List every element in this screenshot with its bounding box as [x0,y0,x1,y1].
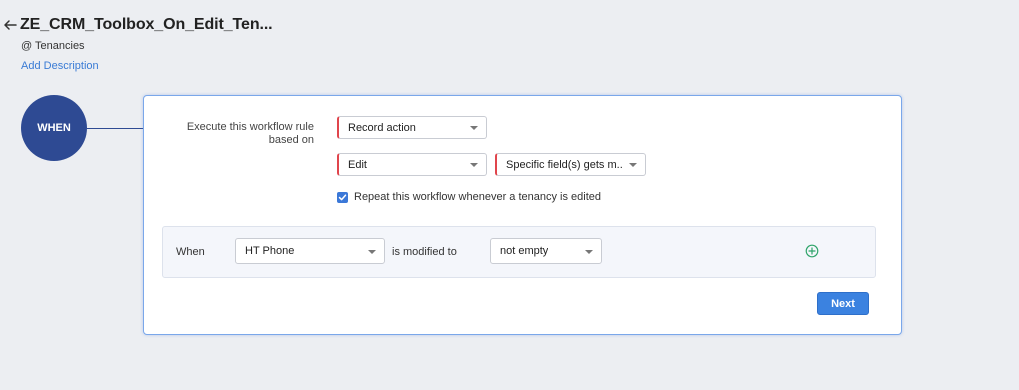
condition-when-label: When [176,246,205,258]
trigger-select-value: Record action [348,121,416,134]
add-circle-icon[interactable] [805,244,819,258]
trigger-select[interactable]: Record action [337,116,487,139]
repeat-workflow-label: Repeat this workflow whenever a tenancy … [354,191,602,203]
check-icon [338,193,347,200]
chevron-down-icon [470,163,478,167]
when-node-label: WHEN [37,122,71,134]
chevron-down-icon [470,126,478,130]
repeat-workflow-row: Repeat this workflow whenever a tenancy … [337,191,601,203]
page-title: ZE_CRM_Toolbox_On_Edit_Ten... [20,16,273,33]
condition-panel: When HT Phone is modified to not empty [162,226,876,278]
field-condition-select[interactable]: Specific field(s) gets m... [495,153,646,176]
chevron-down-icon [629,163,637,167]
chevron-down-icon [368,250,376,254]
modified-to-label: is modified to [392,246,457,258]
repeat-workflow-checkbox[interactable] [337,191,348,203]
rule-basis-label: Execute this workflow rule based on [186,121,314,146]
when-node: WHEN [21,95,87,161]
workflow-rule-card: Execute this workflow rule based on Reco… [143,95,902,335]
condition-field-value: HT Phone [245,245,295,257]
when-connector-line [87,128,144,129]
next-button[interactable]: Next [817,292,869,315]
field-condition-select-value: Specific field(s) gets m... [506,158,623,171]
condition-value-value: not empty [500,245,549,257]
action-select[interactable]: Edit [337,153,487,176]
action-select-value: Edit [348,158,367,171]
add-description-link[interactable]: Add Description [21,60,99,72]
chevron-down-icon [585,250,593,254]
module-label: @ Tenancies [21,40,85,52]
condition-value-select[interactable]: not empty [490,238,602,264]
back-arrow-icon[interactable] [2,17,18,33]
condition-field-select[interactable]: HT Phone [235,238,385,264]
